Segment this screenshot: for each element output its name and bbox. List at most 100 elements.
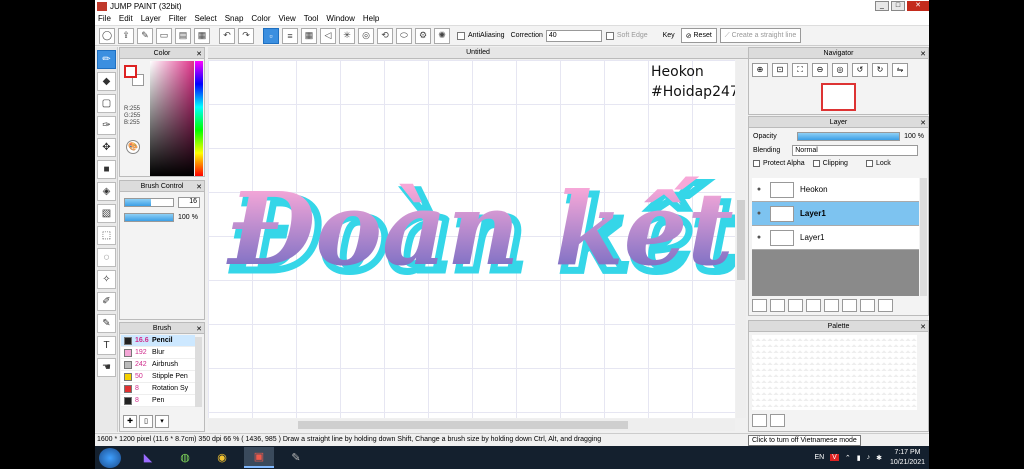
menu-help[interactable]: Help [363, 14, 379, 23]
zoom-actual-icon[interactable]: ⊡ [772, 63, 788, 77]
brush-tool-icon[interactable]: ✑ [97, 116, 116, 135]
panel-close-icon[interactable]: ✕ [196, 324, 202, 335]
palette-icon[interactable]: 🎨 [126, 140, 140, 154]
snap-circle-icon[interactable]: ◎ [358, 27, 374, 44]
layer-visibility-icon[interactable]: ● [752, 234, 766, 241]
select-eraser-tool-icon[interactable]: ✎ [97, 314, 116, 333]
visual-studio-taskbar-icon[interactable]: ◣ [133, 447, 163, 468]
brush-size-slider[interactable] [124, 198, 174, 207]
snap-grid-icon[interactable]: ▦ [301, 27, 317, 44]
panel-close-icon[interactable]: ✕ [196, 49, 202, 60]
minimize-icon[interactable]: _ [875, 1, 889, 11]
correction-select[interactable]: 40 [545, 29, 602, 42]
foreground-color-swatch[interactable] [124, 65, 137, 78]
undo-icon[interactable]: ↶ [219, 27, 235, 44]
panel-close-icon[interactable]: ✕ [920, 49, 926, 60]
new-canvas-icon[interactable]: ◯ [99, 27, 115, 44]
select-rect-tool-icon[interactable]: ⬚ [97, 226, 116, 245]
new-layer-alt-icon[interactable] [770, 299, 785, 312]
blending-select[interactable]: Normal [792, 145, 919, 156]
palette-swatches[interactable] [752, 335, 917, 410]
language-indicator[interactable]: EN [814, 454, 824, 461]
menu-filter[interactable]: Filter [169, 14, 187, 23]
close-icon[interactable]: ✕ [907, 1, 929, 11]
snap-parallel-icon[interactable]: ≡ [282, 27, 298, 44]
grid-icon[interactable]: ▦ [194, 27, 210, 44]
redo-icon[interactable]: ↷ [238, 27, 254, 44]
soft-edge-checkbox[interactable] [605, 31, 614, 40]
panel-close-icon[interactable]: ✕ [196, 182, 202, 193]
folder-layer-icon[interactable] [824, 299, 839, 312]
panel-close-icon[interactable]: ✕ [920, 322, 926, 333]
pen-tool-icon[interactable]: ✏ [97, 50, 116, 69]
canvas-tab[interactable]: Untitled [208, 47, 748, 59]
new-layer-icon[interactable] [752, 299, 767, 312]
menu-window[interactable]: Window [326, 14, 354, 23]
menu-layer[interactable]: Layer [141, 14, 161, 23]
menu-view[interactable]: View [279, 14, 296, 23]
menu-select[interactable]: Select [194, 14, 216, 23]
layer-visibility-icon[interactable]: ● [752, 186, 766, 193]
maximize-icon[interactable]: □ [891, 1, 905, 11]
straight-line-button[interactable]: ⟋ Create a straight line [719, 28, 802, 43]
eraser-tool-icon[interactable]: ◆ [97, 72, 116, 91]
snap-vanish-icon[interactable]: ◁ [320, 27, 336, 44]
snap-settings-icon[interactable]: ⚙ [415, 27, 431, 44]
menu-tool[interactable]: Tool [304, 14, 319, 23]
merge-layer-icon[interactable] [842, 299, 857, 312]
menu-color[interactable]: Color [251, 14, 270, 23]
menu-file[interactable]: File [98, 14, 111, 23]
delete-layer-icon[interactable] [878, 299, 893, 312]
zoom-fit-icon[interactable]: ⛶ [792, 63, 808, 77]
brush-item[interactable]: 8 Pen [121, 395, 195, 407]
clock[interactable]: 7:17 PM 10/21/2021 [890, 448, 925, 468]
navigator-preview[interactable] [821, 83, 856, 111]
fill-rect-tool-icon[interactable]: ■ [97, 160, 116, 179]
antialiasing-checkbox[interactable] [457, 31, 465, 40]
canvas-horizontal-scrollbar[interactable] [208, 419, 735, 431]
menu-snap[interactable]: Snap [225, 14, 244, 23]
brush-add-icon[interactable]: ✚ [123, 415, 137, 428]
layer-opacity-slider[interactable] [796, 132, 901, 141]
brush-item[interactable]: 192 Blur [121, 347, 195, 359]
snap-radial-icon[interactable]: ✳ [339, 27, 355, 44]
page-icon[interactable]: ▤ [175, 27, 191, 44]
bucket-tool-icon[interactable]: ◈ [97, 182, 116, 201]
zoom-in-icon[interactable]: ⊕ [752, 63, 768, 77]
reset-button[interactable]: ⊘ Reset [680, 28, 717, 43]
text-tool-icon[interactable]: T [97, 336, 116, 355]
zoom-out-icon[interactable]: ⊖ [812, 63, 828, 77]
export-icon[interactable]: ⇪ [118, 27, 134, 44]
brush-size-value[interactable]: 16 [178, 197, 200, 208]
rotate-right-icon[interactable]: ↻ [872, 63, 888, 77]
comment-icon[interactable]: ✎ [137, 27, 153, 44]
magic-wand-tool-icon[interactable]: ✧ [97, 270, 116, 289]
hue-slider[interactable] [195, 61, 203, 176]
jump-paint-taskbar-icon[interactable]: ▣ [244, 447, 274, 468]
drawing-canvas[interactable]: Đoàn kết Đoàn kết Heokon #Hoidap247 [208, 60, 735, 418]
palette-delete-icon[interactable] [770, 414, 785, 427]
brush-item[interactable]: 242 Airbrush [121, 359, 195, 371]
protect-alpha-checkbox[interactable] [753, 160, 760, 167]
brush-menu-icon[interactable]: ▾ [155, 415, 169, 428]
snap-curve-icon[interactable]: ⟲ [377, 27, 393, 44]
flip-icon[interactable]: ⇋ [892, 63, 908, 77]
brush-item[interactable]: 8 Rotation Sy [121, 383, 195, 395]
brush-scrollbar[interactable] [195, 337, 202, 407]
canvas-vertical-thumb[interactable] [737, 200, 745, 280]
tray-network-icon[interactable]: ▮ [857, 454, 861, 462]
canvas-vertical-scrollbar[interactable] [736, 60, 746, 418]
saturation-value-picker[interactable] [150, 61, 194, 176]
tray-volume-icon[interactable]: ♪ [867, 454, 871, 461]
lasso-tool-icon[interactable]: ◌ [97, 248, 116, 267]
rect-tool-icon[interactable]: ▢ [97, 94, 116, 113]
snap-extra-icon[interactable]: ✺ [434, 27, 450, 44]
app-taskbar-icon[interactable]: ◍ [170, 447, 200, 468]
lock-checkbox[interactable] [865, 160, 873, 167]
brush-item[interactable]: 50 Stipple Pen [121, 371, 195, 383]
layer-visibility-icon[interactable]: ● [752, 210, 766, 217]
ime-indicator[interactable]: V [830, 454, 839, 461]
menu-edit[interactable]: Edit [119, 14, 133, 23]
layer-item[interactable]: ● Layer1 [752, 202, 919, 226]
hand-tool-icon[interactable]: ☚ [97, 358, 116, 377]
